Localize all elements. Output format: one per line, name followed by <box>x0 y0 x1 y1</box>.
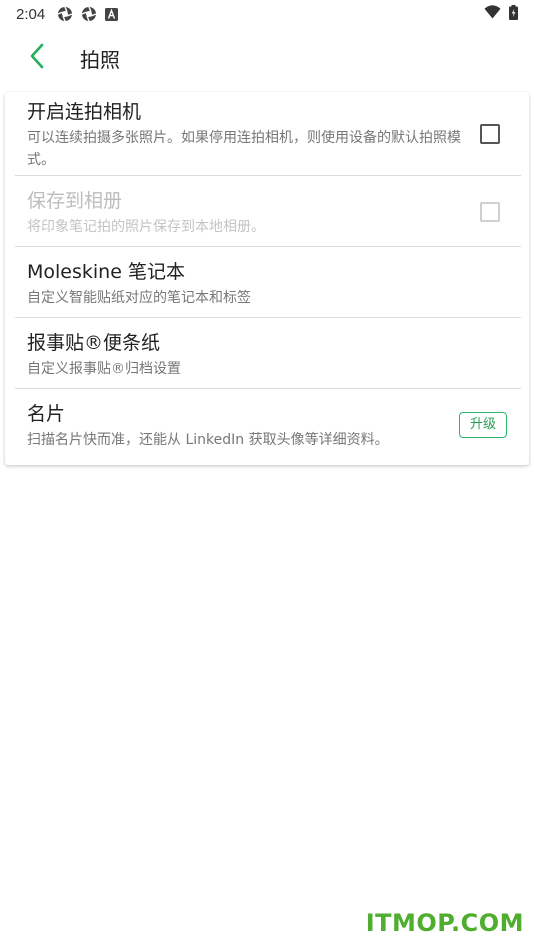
chevron-left-icon <box>29 43 45 73</box>
aperture-icon <box>81 6 97 22</box>
font-icon <box>105 7 119 21</box>
setting-title: 报事贴®便条纸 <box>27 332 161 354</box>
status-time: 2:04 <box>16 5 46 23</box>
back-button[interactable] <box>12 33 62 83</box>
setting-description: 自定义智能贴纸对应的笔记本和标签 <box>27 290 251 306</box>
divider <box>15 388 521 389</box>
aperture-icon <box>57 6 73 22</box>
setting-description: 自定义报事贴®归档设置 <box>27 361 181 377</box>
divider <box>15 317 521 318</box>
watermark: ITMOP.COM <box>365 909 524 937</box>
setting-business-cards[interactable]: 名片 扫描名片快而准，还能从 LinkedIn 获取头像等详细资料。 升级 <box>5 402 529 460</box>
setting-title: 名片 <box>27 403 66 425</box>
setting-title: Moleskine 笔记本 <box>27 261 185 283</box>
app-bar: 拍照 <box>0 30 534 86</box>
burst-camera-checkbox[interactable] <box>480 124 500 144</box>
settings-card: 开启连拍相机 可以连续拍摄多张照片。如果停用连拍相机，则使用设备的默认拍照模式。… <box>5 92 529 465</box>
page-title: 拍照 <box>80 47 120 72</box>
setting-description: 可以连续拍摄多张照片。如果停用连拍相机，则使用设备的默认拍照模式。 <box>27 130 461 168</box>
save-to-album-checkbox <box>480 202 500 222</box>
setting-description: 扫描名片快而准，还能从 LinkedIn 获取头像等详细资料。 <box>27 432 389 448</box>
divider <box>15 246 521 247</box>
wifi-icon <box>484 5 501 23</box>
setting-burst-camera[interactable]: 开启连拍相机 可以连续拍摄多张照片。如果停用连拍相机，则使用设备的默认拍照模式。 <box>5 100 529 176</box>
setting-save-to-album: 保存到相册 将印象笔记拍的照片保存到本地相册。 <box>5 189 529 245</box>
setting-title: 开启连拍相机 <box>27 101 142 123</box>
setting-description: 将印象笔记拍的照片保存到本地相册。 <box>27 219 265 235</box>
battery-icon <box>509 4 518 24</box>
upgrade-badge[interactable]: 升级 <box>458 412 507 438</box>
setting-moleskine-notebook[interactable]: Moleskine 笔记本 自定义智能贴纸对应的笔记本和标签 <box>5 260 529 316</box>
status-bar: 2:04 <box>0 0 534 28</box>
setting-post-it-notes[interactable]: 报事贴®便条纸 自定义报事贴®归档设置 <box>5 331 529 387</box>
setting-title: 保存到相册 <box>27 190 123 212</box>
divider <box>15 175 521 176</box>
